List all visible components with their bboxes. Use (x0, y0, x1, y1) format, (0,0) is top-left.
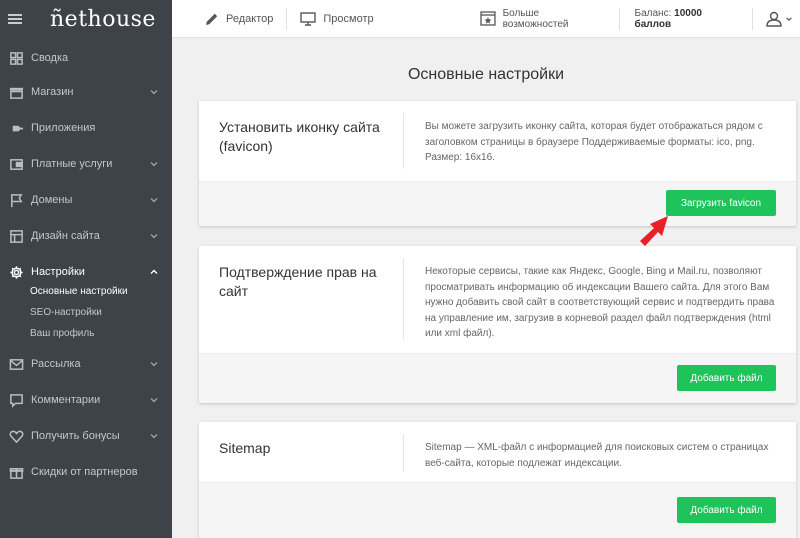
card-divider (403, 258, 404, 340)
sidebar-item-label: Получить бонусы (31, 430, 120, 442)
card-footer: Загрузить favicon (199, 181, 796, 226)
logo[interactable]: ñethouse (50, 7, 156, 32)
submenu-item-seo-settings[interactable]: SEO-настройки (0, 302, 172, 323)
flag-icon (8, 192, 24, 208)
editor-label: Редактор (226, 12, 274, 25)
sidebar-item-label: Рассылка (31, 358, 81, 370)
chevron-down-icon (150, 90, 158, 95)
card-title: Установить иконку сайта (favicon) (219, 119, 380, 154)
add-sitemap-file-button[interactable]: Добавить файл (677, 497, 776, 523)
sidebar-item-apps[interactable]: Приложения (0, 110, 172, 146)
balance-display: Баланс: 10000 баллов (635, 8, 741, 30)
brand-bar: ñethouse (0, 0, 172, 38)
card-title: Подтверждение прав на сайт (219, 264, 377, 299)
comment-icon (8, 392, 24, 408)
sidebar-nav-lower: Рассылка Комментарии Получить бонусы Ски… (0, 346, 172, 490)
card-body: Установить иконку сайта (favicon) Вы мож… (199, 101, 796, 181)
card-divider (403, 113, 404, 169)
gift-icon (8, 464, 24, 480)
more-features-label: Больше возможностей (502, 7, 569, 30)
chevron-down-icon (150, 398, 158, 403)
sidebar-item-label: Скидки от партнеров (31, 466, 138, 478)
preview-label: Просмотр (323, 12, 374, 25)
wallet-icon (8, 156, 24, 172)
sidebar-item-label: Платные услуги (31, 158, 113, 170)
sidebar-item-label: Комментарии (31, 394, 101, 406)
user-icon (766, 11, 782, 27)
sidebar-item-mailing[interactable]: Рассылка (0, 346, 172, 382)
favicon-card: Установить иконку сайта (favicon) Вы мож… (199, 101, 796, 226)
preview-button[interactable]: Просмотр (300, 0, 374, 38)
card-footer: Добавить файл (199, 353, 796, 403)
chevron-down-icon (150, 362, 158, 367)
sidebar-item-settings[interactable]: Настройки (0, 254, 172, 290)
sitemap-card: Sitemap Sitemap — XML-файл с информацией… (199, 422, 796, 538)
page-title: Основные настройки (407, 66, 565, 83)
sidebar-item-paid-services[interactable]: Платные услуги (0, 146, 172, 182)
card-body: Подтверждение прав на сайт Некоторые сер… (199, 246, 796, 353)
sidebar-item-bonuses[interactable]: Получить бонусы (0, 418, 172, 454)
user-menu-button[interactable] (765, 0, 800, 38)
monitor-icon (300, 11, 317, 26)
sidebar-item-design[interactable]: Дизайн сайта (0, 218, 172, 254)
site-verification-card: Подтверждение прав на сайт Некоторые сер… (199, 246, 796, 403)
settings-submenu: Основные настройки SEO-настройки Ваш про… (0, 281, 172, 344)
star-window-icon (479, 11, 496, 26)
more-features-button[interactable]: Больше возможностей (479, 0, 608, 38)
hamburger-menu-icon[interactable] (8, 14, 22, 24)
chevron-down-icon (150, 198, 158, 203)
sidebar: ñethouse Сводка Магазин Приложения Платн… (0, 0, 172, 538)
dashboard-icon (8, 50, 24, 66)
card-description: Sitemap — XML-файл с информацией для пои… (425, 442, 769, 469)
pencil-icon (206, 13, 218, 25)
chevron-down-icon (150, 162, 158, 167)
card-description: Некоторые сервисы, такие как Яндекс, Goo… (425, 266, 775, 340)
toolbar-divider (286, 7, 288, 30)
card-divider (403, 434, 404, 472)
sidebar-item-label: Дизайн сайта (31, 230, 100, 242)
gear-icon (8, 264, 24, 280)
sidebar-item-label: Сводка (31, 52, 69, 64)
sidebar-item-label: Приложения (31, 122, 96, 134)
shop-icon (8, 84, 24, 100)
add-verification-file-button[interactable]: Добавить файл (677, 365, 776, 391)
submenu-item-profile[interactable]: Ваш профиль (0, 323, 172, 344)
layout-icon (8, 228, 24, 244)
card-description: Вы можете загрузить иконку сайта, котора… (425, 121, 763, 164)
card-footer: Добавить файл (199, 482, 796, 538)
sidebar-item-label: Домены (31, 194, 73, 206)
chevron-down-icon (786, 16, 792, 21)
sidebar-item-partner-discounts[interactable]: Скидки от партнеров (0, 454, 172, 490)
top-toolbar: Редактор Просмотр Больше возможностей Ба… (172, 0, 800, 38)
sidebar-item-dashboard[interactable]: Сводка (0, 40, 172, 76)
plugin-icon (8, 120, 24, 136)
sidebar-item-label: Магазин (31, 86, 74, 98)
chevron-down-icon (150, 234, 158, 239)
sidebar-item-shop[interactable]: Магазин (0, 74, 172, 110)
mail-icon (8, 356, 24, 372)
card-title: Sitemap (219, 440, 271, 456)
chevron-down-icon (150, 434, 158, 439)
upload-favicon-button[interactable]: Загрузить favicon (666, 190, 776, 216)
chevron-up-icon (150, 269, 158, 274)
toolbar-divider (618, 7, 620, 30)
sidebar-item-label: Настройки (31, 266, 85, 278)
sidebar-item-comments[interactable]: Комментарии (0, 382, 172, 418)
heart-icon (8, 428, 24, 444)
toolbar-divider (752, 7, 754, 30)
balance-label: Баланс: (634, 7, 672, 19)
sidebar-item-domains[interactable]: Домены (0, 182, 172, 218)
card-body: Sitemap Sitemap — XML-файл с информацией… (199, 422, 796, 482)
editor-button[interactable]: Редактор (205, 0, 273, 38)
sidebar-nav: Сводка Магазин Приложения Платные услуги (0, 38, 172, 290)
red-pointer-arrow-icon (640, 216, 668, 246)
